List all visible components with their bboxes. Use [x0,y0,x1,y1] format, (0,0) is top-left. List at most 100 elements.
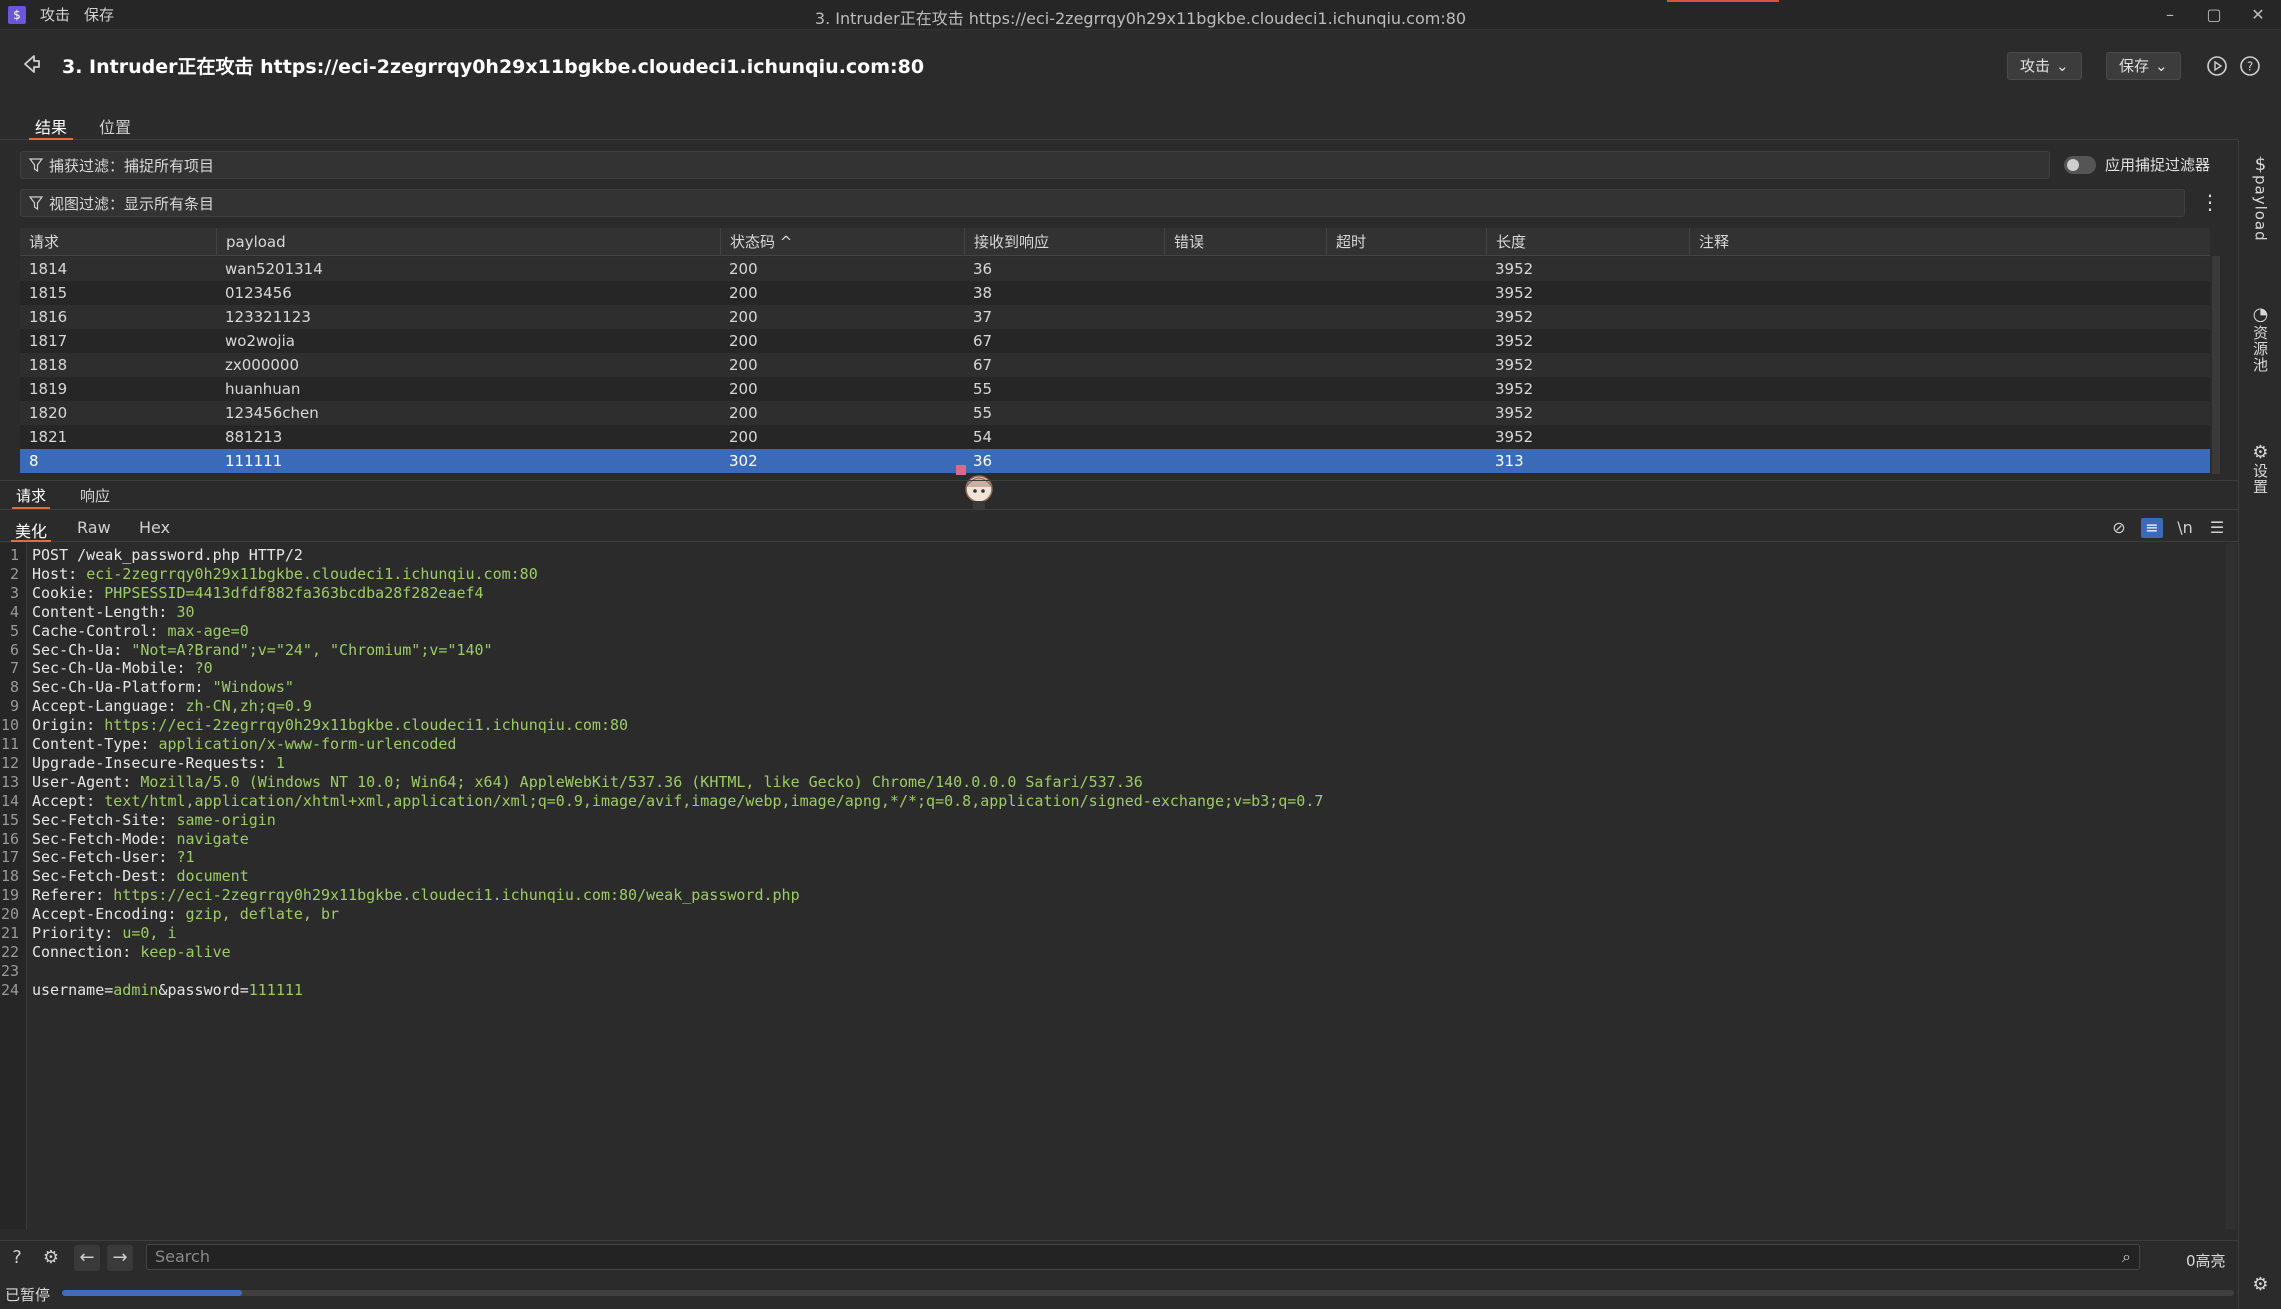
table-cell [1164,425,1173,449]
table-row-selected[interactable]: 8 111111 302 36 313 [20,449,2210,473]
menu-attack[interactable]: 攻击 [40,4,70,25]
tab-response[interactable]: 响应 [76,485,114,509]
table-row[interactable]: 1818 zx000000 200 67 3952 [20,353,2210,377]
table-row[interactable]: 1815 0123456 200 38 3952 [20,281,2210,305]
col-response-received[interactable]: 接收到响应 [964,228,1164,256]
tab-positions[interactable]: 位置 [93,114,137,140]
header-value: PHPSESSID=4413dfdf882fa363bcdba28f282eae… [104,583,484,602]
table-cell: 881213 [225,428,283,446]
table-cell [1326,281,1335,305]
highlight-count: 0高亮 [2186,1252,2226,1270]
table-cell: 200 [729,332,758,350]
header-key: Content-Length: [32,602,177,621]
header-key: Upgrade-Insecure-Requests: [32,753,276,772]
table-row[interactable]: 1817 wo2wojia 200 67 3952 [20,329,2210,353]
code-line: 22 Connection: keep-alive [0,943,2230,962]
table-row[interactable]: 1814 wan5201314 200 36 3952 [20,257,2210,281]
table-cell: 1819 [29,380,68,398]
line-number: 13 [0,772,19,791]
sidebar-item-payload[interactable]: $ payload [2239,154,2281,246]
code-line: 1 POST /weak_password.php HTTP/2 [0,546,2230,565]
header-value: https://eci-2zegrrqy0h29x11bgkbe.cloudec… [104,716,629,735]
tab-results[interactable]: 结果 [29,114,74,140]
table-cell: 3952 [1495,380,1534,398]
hide-eye-icon[interactable]: ⊘ [2108,518,2130,538]
attack-dropdown-button[interactable]: 攻击 ⌄ [2007,52,2082,80]
more-options-icon[interactable]: ⋮ [2200,190,2220,214]
table-scrollbar[interactable] [2212,256,2220,474]
table-row[interactable]: 1820 123456chen 200 55 3952 [20,401,2210,425]
header-key: POST /weak_password.php HTTP/2 [32,546,303,564]
col-error[interactable]: 错误 [1164,228,1326,256]
line-number: 20 [0,905,19,924]
minimize-icon[interactable]: – [2152,3,2188,27]
code-line: 23 [0,962,2230,981]
help-icon[interactable]: ? [4,1245,30,1271]
param-value: 111111 [248,980,303,999]
menu-save[interactable]: 保存 [84,4,114,25]
newline-toggle-icon[interactable]: \n [2174,518,2196,538]
table-cell: 1815 [29,284,68,302]
col-request[interactable]: 请求 [20,228,216,256]
col-length[interactable]: 长度 [1486,228,1689,256]
results-table: 请求 payload 状态码 ^ 接收到响应 错误 超时 长度 注释 1814 w… [20,228,2210,474]
code-text: username=admin&password=111111 [32,981,303,1000]
save-dropdown-button[interactable]: 保存 ⌄ [2106,52,2181,80]
line-number: 5 [9,621,19,640]
table-row[interactable]: 1816 123321123 200 37 3952 [20,305,2210,329]
search-input[interactable]: Search ⌕ [146,1244,2140,1270]
arrow-right-icon[interactable]: → [107,1245,133,1271]
tab-hex[interactable]: Hex [135,518,174,542]
arrow-left-icon[interactable]: ← [74,1245,100,1271]
help-circle-icon[interactable]: ? [2239,55,2261,77]
view-filter-bar[interactable]: 视图过滤：显示所有条目 [20,189,2185,217]
gear-icon[interactable]: ⚙ [38,1245,64,1271]
play-circle-icon[interactable] [2206,55,2228,77]
code-line: 11 Content-Type: application/x-www-form-u… [0,735,2230,754]
sidebar-item-resource-pool[interactable]: ◔ 资源池 [2239,304,2281,377]
wrap-lines-icon[interactable]: ≡ [2141,518,2163,538]
code-text: Cache-Control: max-age=0 [32,622,249,641]
table-cell: 111111 [225,452,283,470]
code-line: 8 Sec-Ch-Ua-Platform: "Windows" [0,678,2230,697]
header-value: "Not=A?Brand";v="24", "Chromium";v="140" [131,640,493,659]
header-key: Sec-Ch-Ua-Mobile: [32,659,195,678]
table-cell: 55 [973,380,993,398]
code-line: 6 Sec-Ch-Ua: "Not=A?Brand";v="24", "Chrom… [0,641,2230,660]
sidebar-resource-pool-label: 资源池 [2251,325,2269,373]
code-text: POST /weak_password.php HTTP/2 [32,546,303,565]
apply-capture-filter-toggle[interactable] [2064,156,2096,174]
col-status[interactable]: 状态码 ^ [720,228,964,256]
table-cell: 123321123 [225,308,311,326]
header-key: Origin: [32,716,105,735]
capture-filter-bar[interactable]: 捕获过滤：捕捉所有项目 [20,151,2050,179]
code-text: Host: eci-2zegrrqy0h29x11bgkbe.cloudeci1… [32,565,538,584]
table-cell [1326,449,1335,473]
attack-progress-bar [62,1290,2234,1296]
col-payload[interactable]: payload [216,228,720,256]
tab-request[interactable]: 请求 [12,485,51,509]
sidebar-item-settings[interactable]: ⚙ 设置 [2239,442,2281,499]
table-cell: 1821 [29,428,68,446]
code-text: Accept-Language: zh-CN,zh;q=0.9 [32,697,312,716]
menu-icon[interactable]: ☰ [2206,518,2228,538]
tab-raw[interactable]: Raw [73,518,115,542]
code-text: User-Agent: Mozilla/5.0 (Windows NT 10.0… [32,773,1143,792]
attack-status: 已暂停 [5,1286,51,1304]
request-editor[interactable]: 1 POST /weak_password.php HTTP/2 2 Host: ec… [0,543,2238,1229]
header-value: u=0, i [122,924,177,942]
line-number: 19 [0,886,19,905]
tab-pretty[interactable]: 美化 [11,518,52,542]
table-row[interactable]: 1821 881213 200 54 3952 [20,425,2210,449]
search-icon[interactable]: ⌕ [2122,1245,2131,1269]
gear-icon[interactable]: ⚙ [2239,1274,2281,1295]
back-arrow-icon[interactable] [20,52,44,76]
col-timeout[interactable]: 超时 [1326,228,1486,256]
maximize-icon[interactable]: ▢ [2196,3,2232,27]
close-icon[interactable]: ✕ [2240,3,2276,27]
table-row[interactable]: 1819 huanhuan 200 55 3952 [20,377,2210,401]
editor-scrollbar[interactable] [2226,543,2236,1229]
col-comment[interactable]: 注释 [1689,228,2210,256]
table-header: 请求 payload 状态码 ^ 接收到响应 错误 超时 长度 注释 [20,228,2210,256]
table-cell: 200 [729,284,758,302]
